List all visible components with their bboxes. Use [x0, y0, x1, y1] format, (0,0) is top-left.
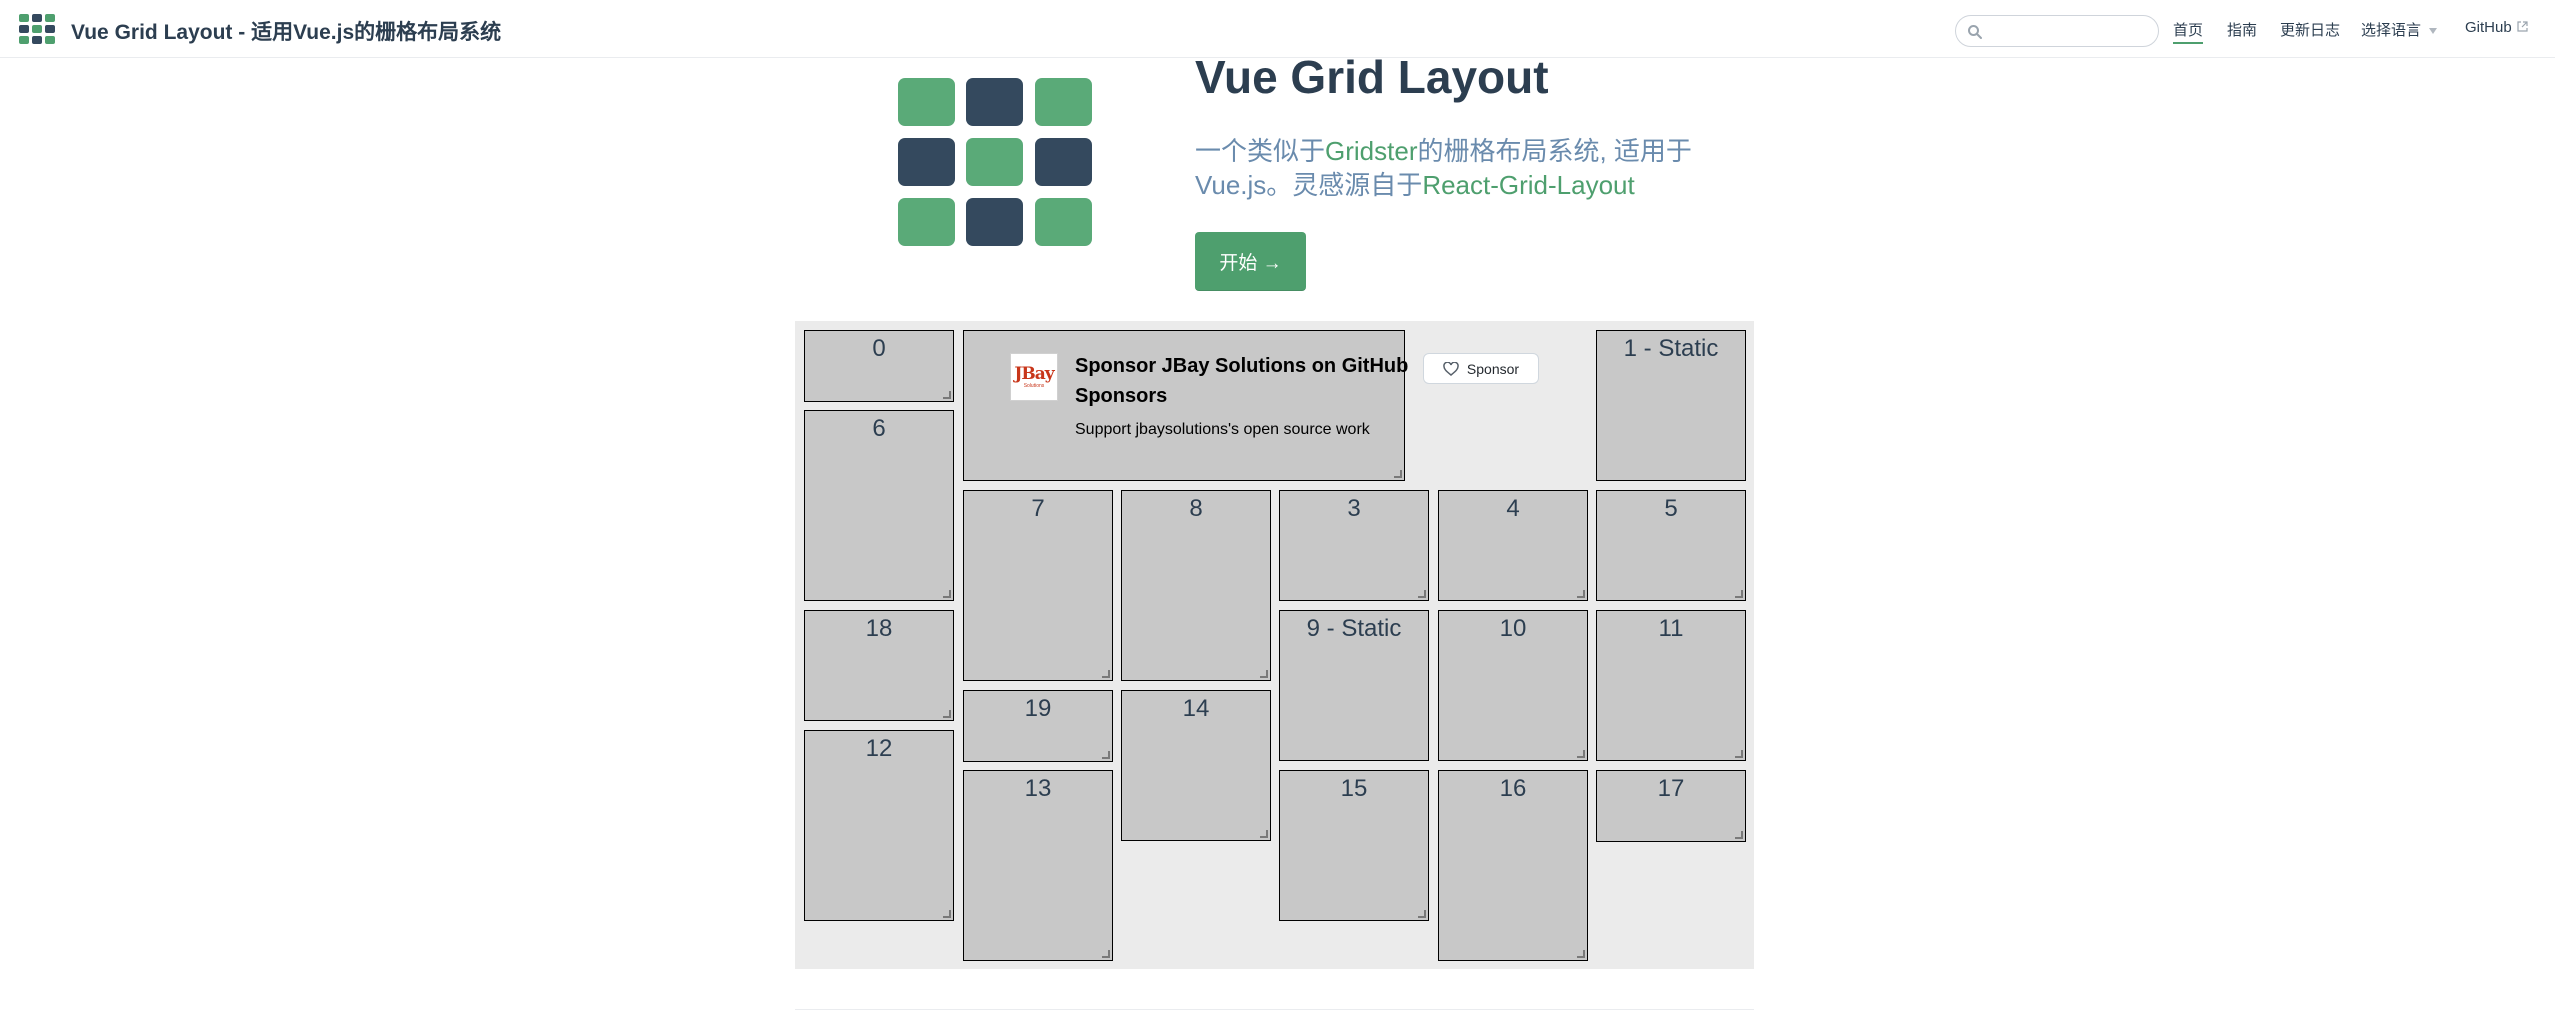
resize-handle-icon[interactable]: [1260, 830, 1268, 838]
resize-handle-icon[interactable]: [1577, 590, 1585, 598]
site-name[interactable]: Vue Grid Layout - 适用Vue.js的栅格布局系统: [71, 16, 501, 46]
grid-item-label: 11: [1658, 615, 1684, 642]
grid-item-13[interactable]: 13: [963, 770, 1113, 961]
grid-item-9-static[interactable]: 9 - Static: [1279, 610, 1429, 761]
resize-handle-icon[interactable]: [1418, 910, 1426, 918]
grid-item-4[interactable]: 4: [1438, 490, 1588, 601]
grid-item-label: 8: [1189, 495, 1203, 522]
grid-item-14[interactable]: 14: [1121, 690, 1271, 841]
nav-item-home[interactable]: 首页: [2173, 19, 2204, 44]
grid-item-label: 9 - Static: [1306, 615, 1402, 642]
grid-item-8[interactable]: 8: [1121, 490, 1271, 681]
jbay-logo: JBay Solutions: [1010, 353, 1058, 401]
grid-item-12[interactable]: 12: [804, 730, 954, 921]
grid-item-label: 12: [865, 735, 893, 762]
grid-item-15[interactable]: 15: [1279, 770, 1429, 921]
grid-item-label: 15: [1340, 775, 1368, 802]
grid-item-3[interactable]: 3: [1279, 490, 1429, 601]
section-divider: [795, 1009, 1754, 1010]
grid-item-5[interactable]: 5: [1596, 490, 1746, 601]
nav-item-guide[interactable]: 指南: [2227, 19, 2257, 40]
resize-handle-icon[interactable]: [1102, 950, 1110, 958]
chevron-down-icon: [2429, 28, 2438, 35]
resize-handle-icon[interactable]: [1577, 950, 1585, 958]
resize-handle-icon[interactable]: [943, 590, 951, 598]
gridster-link[interactable]: Gridster: [1325, 136, 1417, 166]
grid-item-label: 18: [865, 615, 893, 642]
sponsor-button-label: Sponsor: [1466, 360, 1520, 377]
hero-title: Vue Grid Layout: [1195, 51, 1549, 103]
resize-handle-icon[interactable]: [1260, 670, 1268, 678]
hero-description: 一个类似于Gridster的栅格布局系统, 适用于Vue.js。灵感源自于Rea…: [1195, 134, 1715, 202]
github-label: GitHub: [2465, 19, 2512, 36]
hero-logo: [898, 78, 1092, 248]
grid-item-label: 0: [872, 335, 886, 362]
grid-item-1-static[interactable]: 1 - Static: [1596, 330, 1746, 481]
language-label: 选择语言: [2361, 22, 2422, 39]
grid-item-18[interactable]: 18: [804, 610, 954, 721]
react-grid-layout-link[interactable]: React-Grid-Layout: [1422, 170, 1634, 200]
resize-handle-icon[interactable]: [1418, 590, 1426, 598]
resize-handle-icon[interactable]: [1394, 470, 1402, 478]
search-input[interactable]: [1955, 15, 2159, 47]
sponsor-card[interactable]: JBay Solutions Sponsor JBay Solutions on…: [963, 330, 1539, 481]
sponsor-title: Sponsor JBay Solutions on GitHub Sponsor…: [1075, 355, 1409, 407]
grid-item-label: 16: [1499, 775, 1527, 802]
grid-item-10[interactable]: 10: [1438, 610, 1588, 761]
nav-item-github[interactable]: GitHub: [2465, 19, 2528, 36]
grid-item-label: 1 - Static: [1623, 335, 1719, 362]
search-icon: [1968, 25, 1982, 39]
grid-item-label: 17: [1657, 775, 1685, 802]
grid-item-0[interactable]: 0: [804, 330, 954, 402]
grid-item-7[interactable]: 7: [963, 490, 1113, 681]
grid-item-16[interactable]: 16: [1438, 770, 1588, 961]
nav-item-changelog[interactable]: 更新日志: [2280, 19, 2340, 40]
nav-item-language[interactable]: 选择语言: [2361, 19, 2438, 40]
grid-item-6[interactable]: 6: [804, 410, 954, 601]
grid-item-label: 19: [1024, 695, 1052, 722]
grid-item-11[interactable]: 11: [1596, 610, 1746, 761]
resize-handle-icon[interactable]: [1735, 831, 1743, 839]
resize-handle-icon[interactable]: [1102, 751, 1110, 759]
external-link-icon: [2517, 21, 2528, 32]
heart-icon: [1443, 361, 1459, 376]
grid-item-label: 14: [1182, 695, 1210, 722]
grid-layout-demo: 0 JBay Solutions Sponsor JBay Solutions …: [795, 321, 1754, 969]
grid-item-label: 13: [1024, 775, 1052, 802]
grid-item-label: 4: [1506, 495, 1520, 522]
grid-logo-icon[interactable]: [19, 14, 55, 44]
resize-handle-icon[interactable]: [943, 710, 951, 718]
resize-handle-icon[interactable]: [1735, 750, 1743, 758]
grid-item-label: 7: [1031, 495, 1045, 522]
jbay-logo-subtext: Solutions: [1023, 383, 1045, 389]
grid-item-17[interactable]: 17: [1596, 770, 1746, 842]
get-started-button[interactable]: 开始 →: [1195, 232, 1306, 291]
jbay-logo-text: JBay: [1014, 364, 1054, 384]
resize-handle-icon[interactable]: [1102, 670, 1110, 678]
grid-item-label: 10: [1499, 615, 1527, 642]
hero-desc-part1: 一个类似于: [1195, 136, 1326, 166]
sponsor-description: Support jbaysolutions's open source work: [1075, 421, 1370, 438]
resize-handle-icon[interactable]: [1577, 750, 1585, 758]
resize-handle-icon[interactable]: [1735, 590, 1743, 598]
resize-handle-icon[interactable]: [943, 910, 951, 918]
grid-item-label: 3: [1347, 495, 1361, 522]
grid-item-label: 6: [872, 415, 886, 442]
resize-handle-icon[interactable]: [943, 391, 951, 399]
grid-item-19[interactable]: 19: [963, 690, 1113, 762]
grid-item-label: 5: [1664, 495, 1678, 522]
sponsor-button[interactable]: Sponsor: [1423, 353, 1539, 384]
